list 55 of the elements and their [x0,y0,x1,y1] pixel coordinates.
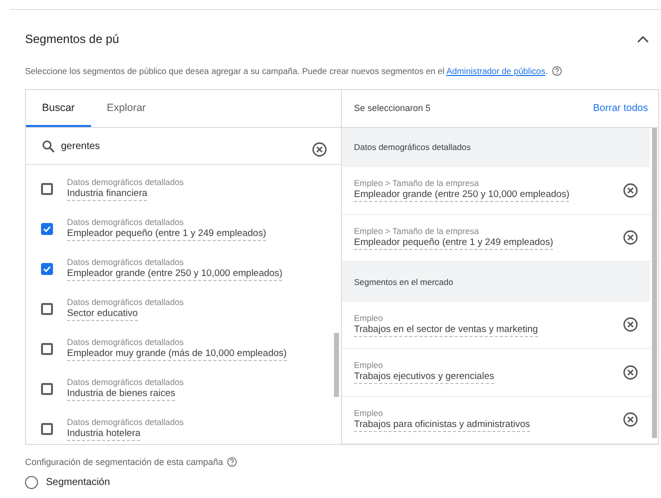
checkbox[interactable] [41,223,53,235]
help-icon[interactable] [552,66,562,76]
segment-name[interactable]: Empleador muy grande (más de 10,000 empleados) [67,348,287,361]
remove-icon[interactable] [623,182,638,198]
checkbox[interactable] [41,383,53,395]
radio-button[interactable] [25,476,38,489]
segment-name[interactable]: Empleador pequeño (entre 1 y 249 empleados) [354,236,554,250]
segment-name[interactable]: Trabajos en el sector de ventas y marketing [354,324,538,337]
segment-name[interactable]: Trabajos para oficinistas y administrativos [354,418,530,432]
segment-name[interactable]: Empleador pequeño (entre 1 y 249 empleados) [67,228,266,241]
category-label: Datos demográficos detallados [67,217,184,228]
segment-name[interactable]: Empleador grande (entre 250 y 10,000 empleados) [67,268,282,281]
category-label: Datos demográficos detallados [67,337,184,348]
tab[interactable]: Explorar [90,90,162,127]
checkbox[interactable] [41,303,53,315]
segment-name[interactable]: Industria de bienes raices [67,388,176,401]
segment-name[interactable]: Industria hotelera [67,428,140,441]
category-label: Datos demográficos detallados [67,417,184,428]
remove-icon[interactable] [312,142,327,157]
group-header: Segmentos en el mercado [342,262,650,302]
section-title: Segmentos de pú [25,32,120,46]
checkbox[interactable] [41,183,53,195]
category-label: Empleo [354,408,383,419]
radio-label[interactable]: Segmentación [46,477,110,488]
audience-manager-link[interactable]: Administrador de públicos [446,66,546,76]
category-label: Empleo [354,360,383,372]
tab[interactable]: Buscar [26,90,91,127]
category-label: Datos demográficos detallados [67,257,184,268]
clear-all-button[interactable]: Borrar todos [592,102,648,114]
scrollbar[interactable] [652,128,657,438]
category-label: Datos demográficos detallados [67,177,184,188]
category-label: Empleo [354,312,383,324]
search-icon [42,140,55,152]
remove-icon[interactable] [623,317,638,332]
remove-icon[interactable] [623,364,638,380]
category-label: Empleo > Tamaño de la empresa [354,226,479,237]
category-label: Datos demográficos detallados [67,297,184,308]
segment-name[interactable]: Trabajos ejecutivos y gerenciales [354,371,494,384]
targeting-label: Configuración de segmentación de esta campaña [25,457,224,467]
segment-name[interactable]: Empleador grande (entre 250 y 10,000 empleados) [354,189,570,202]
checkbox[interactable] [41,343,53,355]
category-label: Datos demográficos detallados [67,377,184,388]
remove-icon[interactable] [623,412,638,428]
checkbox[interactable] [41,263,53,275]
selected-count: Se seleccionaron 5 [354,103,431,114]
checkbox[interactable] [41,423,53,435]
group-header: Datos demográficos detallados [342,128,650,168]
segment-name[interactable]: Sector educativo [67,308,138,321]
segment-name[interactable]: Industria financiera [67,188,148,201]
remove-icon[interactable] [623,230,638,246]
scrollbar[interactable] [334,333,339,397]
category-label: Empleo > Tamaño de la empresa [354,178,479,190]
description-text: Seleccione los segmentos de público que desea agregar a su campaña. Puede crear nuevos segmentos en el Administrador de públicos. [25,66,548,76]
help-icon[interactable] [227,457,238,467]
collapse-icon[interactable] [637,35,649,43]
